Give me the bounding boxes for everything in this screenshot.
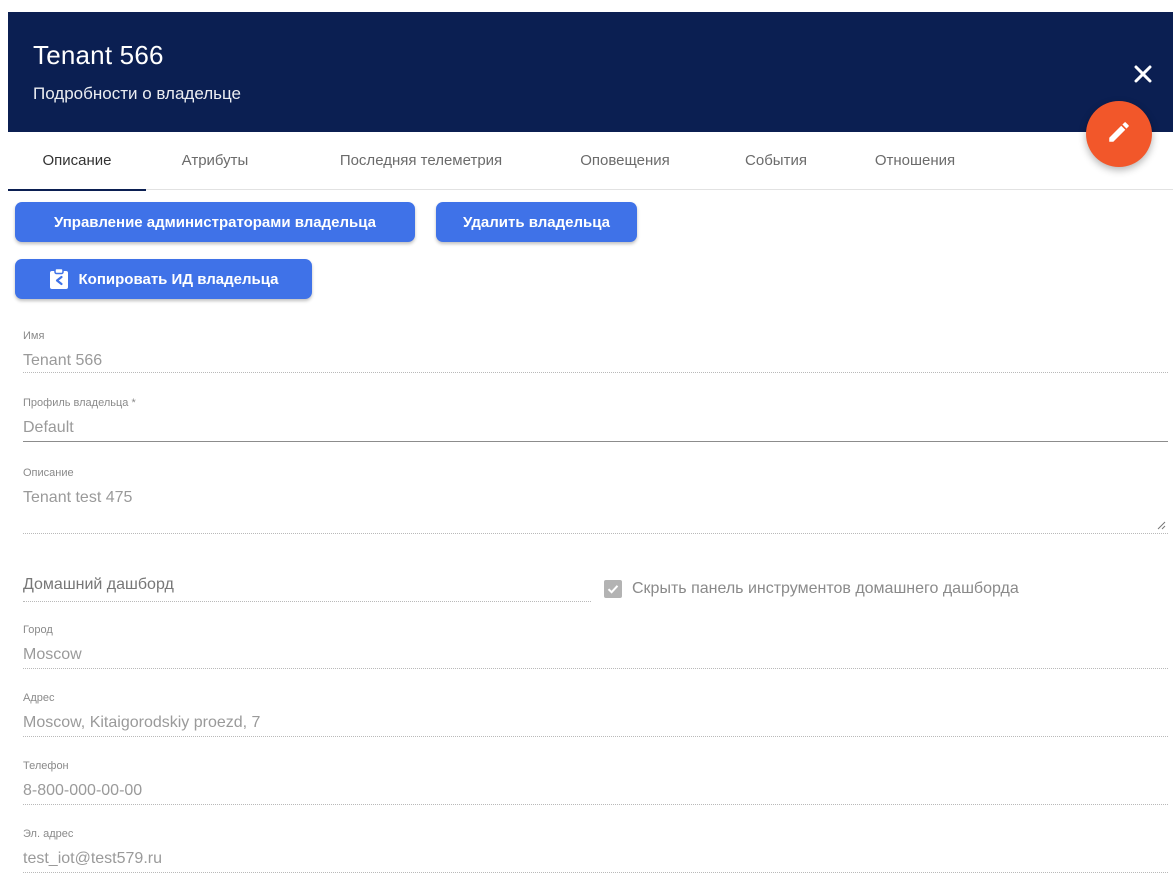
page-subtitle: Подробности о владельце (33, 84, 241, 103)
city-field[interactable]: Город Moscow (23, 624, 1168, 670)
close-icon (1131, 62, 1155, 86)
delete-tenant-label: Удалить владельца (463, 213, 610, 231)
name-value: Tenant 566 (23, 352, 103, 369)
email-label: Эл. адрес (23, 828, 74, 840)
tenant-profile-field[interactable]: Профиль владельца * Default (23, 397, 1168, 443)
delete-tenant-button[interactable]: Удалить владельца (436, 202, 637, 242)
city-value: Moscow (23, 646, 82, 663)
address-value: Moscow, Kitaigorodskiy proezd, 7 (23, 714, 261, 731)
home-dashboard-placeholder: Домашний дашборд (23, 576, 174, 593)
tab-description[interactable]: Описание (8, 132, 146, 191)
home-dashboard-field[interactable]: Домашний дашборд (23, 576, 591, 602)
name-field[interactable]: Имя Tenant 566 (23, 330, 1168, 374)
email-value: test_iot@test579.ru (23, 850, 162, 867)
tab-events[interactable]: События (716, 132, 836, 190)
tab-latest-telemetry[interactable]: Последняя телеметрия (300, 132, 542, 190)
manage-admins-button[interactable]: Управление администраторами владельца (15, 202, 415, 242)
phone-value: 8-800-000-00-00 (23, 782, 143, 799)
address-label: Адрес (23, 692, 55, 704)
description-field[interactable]: Описание Tenant test 475 (23, 467, 1168, 535)
city-underline (23, 668, 1168, 669)
address-underline (23, 736, 1168, 737)
copy-id-label: Копировать ИД владельца (78, 270, 279, 288)
manage-admins-label: Управление администраторами владельца (53, 213, 377, 231)
description-label: Описание (23, 467, 74, 479)
close-button[interactable] (1131, 62, 1155, 86)
description-underline (23, 533, 1168, 534)
tenant-profile-value: Default (23, 419, 74, 436)
pencil-icon (1106, 119, 1132, 150)
tenant-details-panel: Tenant 566 Подробности о владельце Описа… (8, 12, 1173, 890)
hide-toolbar-checkbox[interactable] (604, 580, 622, 598)
edit-button[interactable] (1086, 101, 1152, 167)
clipboard-arrow-icon (49, 268, 69, 290)
copy-id-button[interactable]: Копировать ИД владельца (15, 259, 312, 299)
name-label: Имя (23, 330, 45, 342)
name-underline (23, 372, 1168, 373)
description-value: Tenant test 475 (23, 489, 133, 506)
phone-underline (23, 804, 1168, 805)
hide-toolbar-checkbox-row[interactable]: Скрыть панель инструментов домашнего даш… (604, 580, 1019, 598)
email-field[interactable]: Эл. адрес test_iot@test579.ru (23, 828, 1168, 874)
email-underline (23, 872, 1168, 873)
address-field[interactable]: Адрес Moscow, Kitaigorodskiy proezd, 7 (23, 692, 1168, 738)
city-label: Город (23, 624, 53, 636)
tab-alarms[interactable]: Оповещения (554, 132, 696, 190)
tab-attributes[interactable]: Атрибуты (160, 132, 270, 190)
tenant-profile-underline (23, 441, 1168, 442)
phone-label: Телефон (23, 760, 69, 772)
panel-header: Tenant 566 Подробности о владельце (8, 12, 1173, 132)
hide-toolbar-label: Скрыть панель инструментов домашнего даш… (632, 580, 1019, 597)
phone-field[interactable]: Телефон 8-800-000-00-00 (23, 760, 1168, 806)
tab-relations[interactable]: Отношения (850, 132, 980, 190)
page-title: Tenant 566 (33, 40, 164, 70)
tab-bar: Описание Атрибуты Последняя телеметрия О… (8, 132, 1173, 191)
home-dashboard-underline (23, 601, 591, 602)
tenant-profile-label: Профиль владельца * (23, 397, 136, 409)
